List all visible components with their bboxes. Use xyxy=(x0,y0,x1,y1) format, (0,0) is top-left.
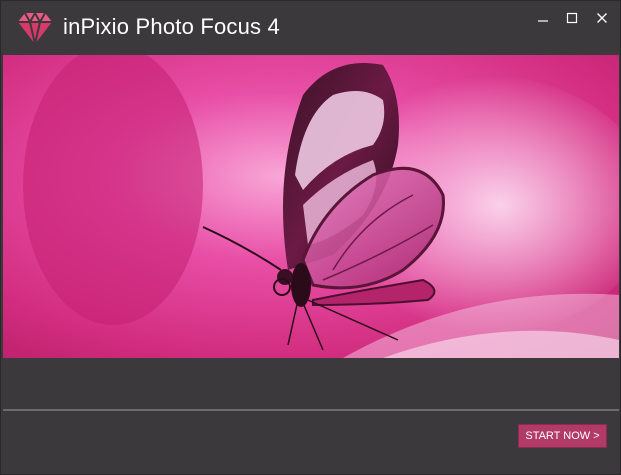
minimize-icon xyxy=(538,20,548,22)
minimize-button[interactable] xyxy=(529,7,557,29)
start-now-button[interactable]: START NOW > xyxy=(518,424,607,448)
close-button[interactable] xyxy=(588,7,616,29)
maximize-button[interactable] xyxy=(558,7,586,29)
hero-image xyxy=(3,55,619,358)
app-title: inPixio Photo Focus 4 xyxy=(63,14,280,39)
footer-divider xyxy=(3,409,619,411)
title-bar[interactable]: inPixio Photo Focus 4 xyxy=(1,1,620,54)
maximize-icon xyxy=(566,12,578,24)
close-icon xyxy=(597,13,607,23)
app-window: inPixio Photo Focus 4 START NOW > xyxy=(0,0,621,475)
diamond-logo-icon xyxy=(18,10,52,45)
butterfly-photo xyxy=(3,55,619,358)
